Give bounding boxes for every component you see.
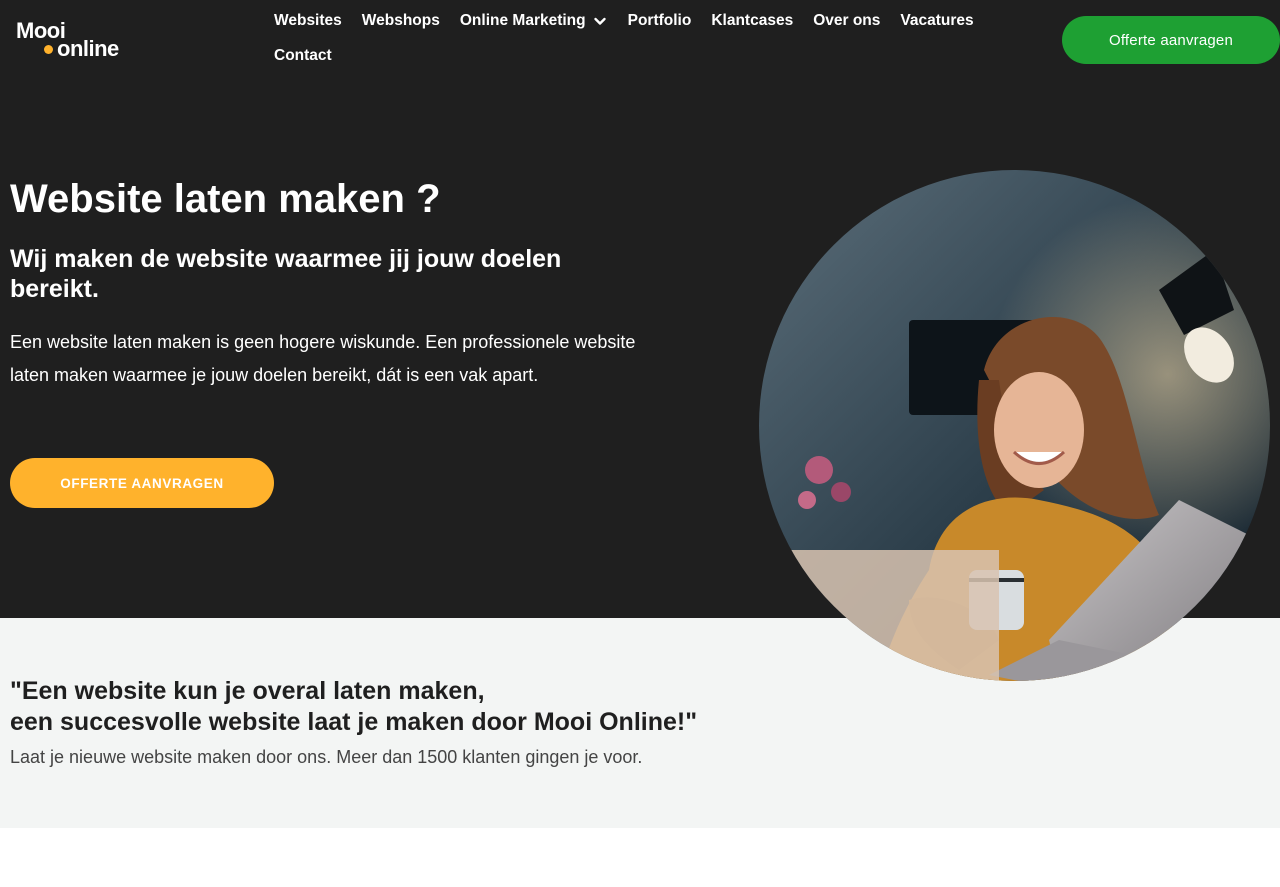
nav-klantcases[interactable]: Klantcases bbox=[711, 12, 793, 30]
hero-photo bbox=[759, 170, 1270, 681]
main-nav: Websites Webshops Online Marketing Portf… bbox=[274, 8, 1034, 78]
hero-subtitle: Wij maken de website waarmee jij jouw do… bbox=[10, 245, 562, 303]
hero-quote-button[interactable]: OFFERTE AANVRAGEN bbox=[10, 458, 274, 508]
logo-dot bbox=[44, 45, 53, 54]
logo[interactable]: Mooi online bbox=[16, 20, 136, 62]
hero-intro-text: Een website laten maken is geen hogere w… bbox=[10, 332, 636, 385]
nav-online-marketing[interactable]: Online Marketing bbox=[460, 12, 608, 30]
nav-online-marketing-label: Online Marketing bbox=[459, 12, 586, 29]
chevron-down-icon[interactable] bbox=[592, 13, 608, 29]
nav-row-2: Contact bbox=[274, 43, 1034, 69]
woman-with-laptop-image bbox=[759, 170, 1270, 681]
nav-websites[interactable]: Websites bbox=[274, 12, 342, 30]
nav-portfolio[interactable]: Portfolio bbox=[628, 12, 692, 30]
nav-vacatures[interactable]: Vacatures bbox=[900, 12, 973, 30]
nav-over-ons[interactable]: Over ons bbox=[813, 12, 880, 30]
nav-row-1: Websites Webshops Online Marketing Portf… bbox=[274, 8, 1034, 34]
quote-heading: "Een website kun je overal laten maken, … bbox=[10, 676, 910, 738]
nav-webshops[interactable]: Webshops bbox=[362, 12, 440, 30]
header-quote-button[interactable]: Offerte aanvragen bbox=[1062, 16, 1280, 64]
quote-line-2: een succesvolle website laat je maken do… bbox=[10, 708, 698, 736]
quote-subtext: Laat je nieuwe website maken door ons. M… bbox=[10, 747, 643, 767]
logo-text-bottom: online bbox=[57, 36, 119, 61]
nav-contact[interactable]: Contact bbox=[274, 47, 332, 65]
quote-line-1: "Een website kun je overal laten maken, bbox=[10, 677, 485, 705]
page-title: Website laten maken ? bbox=[10, 177, 441, 221]
